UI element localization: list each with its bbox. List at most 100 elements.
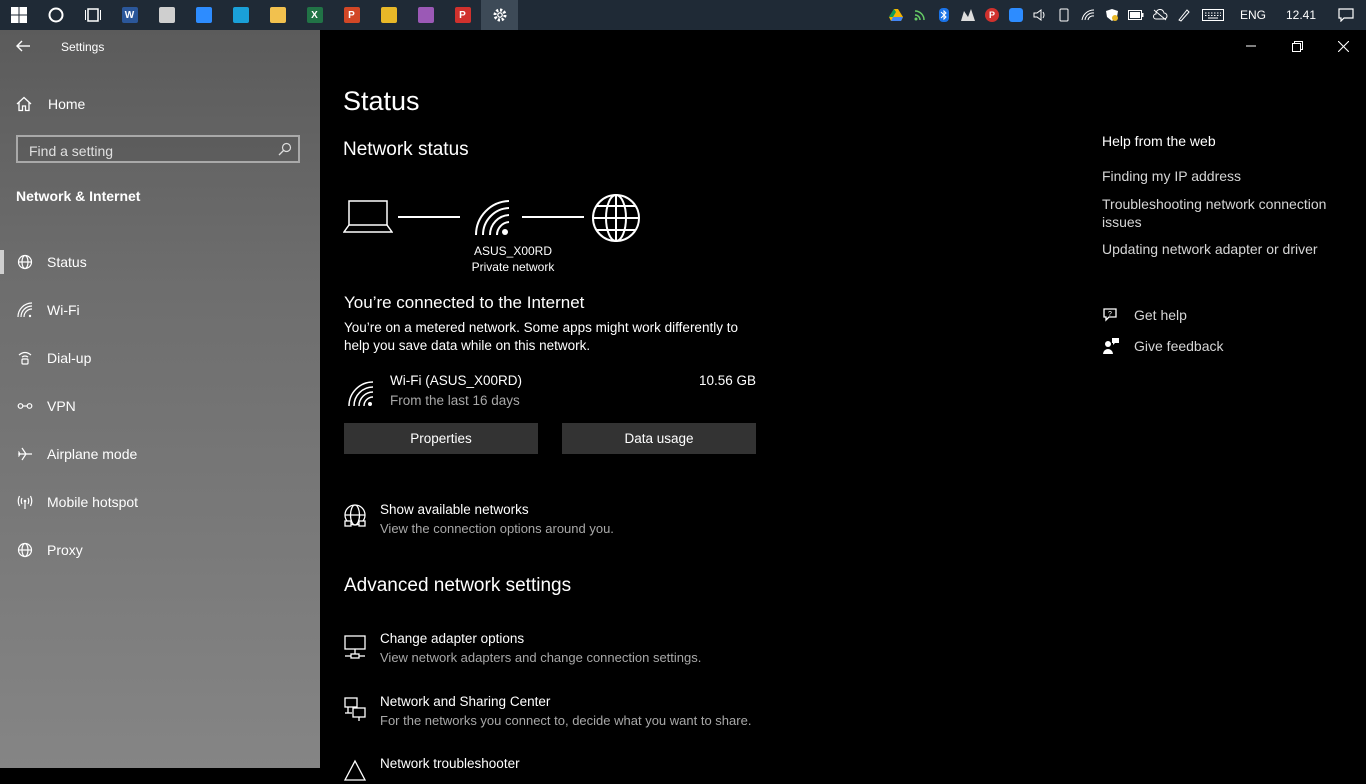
clock[interactable]: 12.41 xyxy=(1276,8,1326,22)
help-link-troubleshooting[interactable]: Troubleshooting network connection issue… xyxy=(1102,195,1342,231)
window-title: Settings xyxy=(61,40,105,54)
notification-icon xyxy=(1338,8,1354,22)
taskbar-app-clock[interactable] xyxy=(148,0,185,30)
wifi-tray-icon[interactable] xyxy=(1076,0,1100,30)
minimize-button[interactable] xyxy=(1228,30,1274,62)
search-icon[interactable] xyxy=(278,142,292,156)
taskbar: WXPP P ENG 12.41 xyxy=(0,0,1366,30)
settings-search-box[interactable] xyxy=(16,135,300,163)
sharing-center-subtitle: For the networks you connect to, decide … xyxy=(380,713,752,728)
excel-icon: X xyxy=(306,7,323,23)
connection-line xyxy=(398,216,460,218)
sidebar-item-label: Dial-up xyxy=(47,350,92,366)
internet-line xyxy=(522,216,584,218)
taskbar-app-pdf[interactable]: P xyxy=(444,0,481,30)
main-content: Status Network status ASUS_X00RD Private… xyxy=(320,30,1366,781)
get-help-link[interactable]: ? Get help xyxy=(1102,306,1187,324)
data-usage-button[interactable]: Data usage xyxy=(562,423,756,454)
minimize-icon xyxy=(1246,45,1256,47)
laptop-icon xyxy=(343,200,393,233)
taskbar-app-chrome[interactable] xyxy=(370,0,407,30)
sidebar-item-wi-fi[interactable]: Wi-Fi xyxy=(0,286,320,334)
volume-icon[interactable] xyxy=(1028,0,1052,30)
zoom-icon xyxy=(195,7,212,23)
back-arrow-icon[interactable] xyxy=(12,36,36,56)
battery-icon[interactable] xyxy=(1124,0,1148,30)
sidebar-item-mobile-hotspot[interactable]: Mobile hotspot xyxy=(0,478,320,526)
taskbar-app-file-explorer[interactable] xyxy=(259,0,296,30)
troubleshooter-title: Network troubleshooter xyxy=(380,756,520,771)
sidebar-item-airplane-mode[interactable]: Airplane mode xyxy=(0,430,320,478)
network-name: ASUS_X00RD xyxy=(473,244,553,258)
zoom-tray-icon[interactable] xyxy=(1004,0,1028,30)
taskbar-settings-app[interactable] xyxy=(481,0,518,30)
phone-icon[interactable] xyxy=(1052,0,1076,30)
section-title: Network & Internet xyxy=(16,188,141,204)
globe-icon xyxy=(592,194,640,242)
close-button[interactable] xyxy=(1320,30,1366,62)
word-icon: W xyxy=(121,7,138,23)
cortana-circle-icon xyxy=(48,7,63,23)
search-input[interactable] xyxy=(27,141,271,161)
restore-icon xyxy=(1291,40,1303,52)
help-link-adapter-driver[interactable]: Updating network adapter or driver xyxy=(1102,240,1342,258)
rss-icon[interactable] xyxy=(908,0,932,30)
usage-period: From the last 16 days xyxy=(390,393,520,408)
search-button[interactable] xyxy=(37,0,74,30)
chrome-icon xyxy=(380,7,397,23)
pdf-tray-icon[interactable]: P xyxy=(980,0,1004,30)
winrar-icon xyxy=(417,7,434,23)
touch-keyboard-icon[interactable] xyxy=(1196,0,1230,30)
airplane-icon xyxy=(17,446,33,462)
advanced-settings-heading: Advanced network settings xyxy=(344,575,572,596)
show-networks-title: Show available networks xyxy=(380,502,529,517)
network-adapter-icon xyxy=(344,635,366,659)
metered-description: You’re on a metered network. Some apps m… xyxy=(344,320,738,353)
properties-button[interactable]: Properties xyxy=(344,423,538,454)
taskbar-app-powerpoint[interactable]: P xyxy=(333,0,370,30)
powerpoint-icon: P xyxy=(343,7,360,23)
pen-app-icon[interactable] xyxy=(956,0,980,30)
data-used: 10.56 GB xyxy=(698,373,756,388)
taskbar-app-word[interactable]: W xyxy=(111,0,148,30)
taskbar-app-edge[interactable] xyxy=(222,0,259,30)
google-drive-icon[interactable] xyxy=(884,0,908,30)
sidebar-item-label: Mobile hotspot xyxy=(47,494,139,510)
sidebar-item-status[interactable]: Status xyxy=(0,238,320,286)
change-adapter-title: Change adapter options xyxy=(380,631,525,646)
home-nav[interactable]: Home xyxy=(16,93,85,115)
feedback-icon xyxy=(1102,337,1120,355)
dialup-icon xyxy=(17,350,33,366)
pen-workspace-icon[interactable] xyxy=(1172,0,1196,30)
taskbar-app-winrar[interactable] xyxy=(407,0,444,30)
taskbar-app-excel[interactable]: X xyxy=(296,0,333,30)
network-nav-list: Status Wi-Fi Dial-up VPN Airplane mode Mobile… xyxy=(0,238,320,574)
give-feedback-link[interactable]: Give feedback xyxy=(1102,337,1224,355)
sidebar-item-vpn[interactable]: VPN xyxy=(0,382,320,430)
change-adapter-subtitle: View network adapters and change connect… xyxy=(380,650,702,665)
chat-help-icon: ? xyxy=(1102,306,1120,324)
start-button[interactable] xyxy=(0,0,37,30)
sidebar-item-label: Airplane mode xyxy=(47,446,138,462)
taskbar-app-zoom[interactable] xyxy=(185,0,222,30)
sidebar-item-proxy[interactable]: Proxy xyxy=(0,526,320,574)
help-link-ip-address[interactable]: Finding my IP address xyxy=(1102,167,1342,185)
restore-button[interactable] xyxy=(1274,30,1320,62)
task-view-button[interactable] xyxy=(74,0,111,30)
warning-triangle-icon xyxy=(343,759,367,781)
page-title: Status xyxy=(343,86,420,116)
sharing-center-icon xyxy=(344,697,366,721)
svg-text:?: ? xyxy=(1108,311,1112,318)
network-status-heading: Network status xyxy=(343,139,469,160)
security-shield-icon[interactable] xyxy=(1100,0,1124,30)
pdf-icon: P xyxy=(454,7,471,23)
sidebar-item-dial-up[interactable]: Dial-up xyxy=(0,334,320,382)
clock-icon xyxy=(158,7,175,23)
sidebar-item-label: Proxy xyxy=(47,542,83,558)
hotspot-icon xyxy=(17,494,33,510)
cloud-offline-icon[interactable] xyxy=(1148,0,1172,30)
language-indicator[interactable]: ENG xyxy=(1230,8,1276,22)
action-center-button[interactable] xyxy=(1326,0,1366,30)
get-help-label: Get help xyxy=(1134,307,1187,323)
bluetooth-icon[interactable] xyxy=(932,0,956,30)
